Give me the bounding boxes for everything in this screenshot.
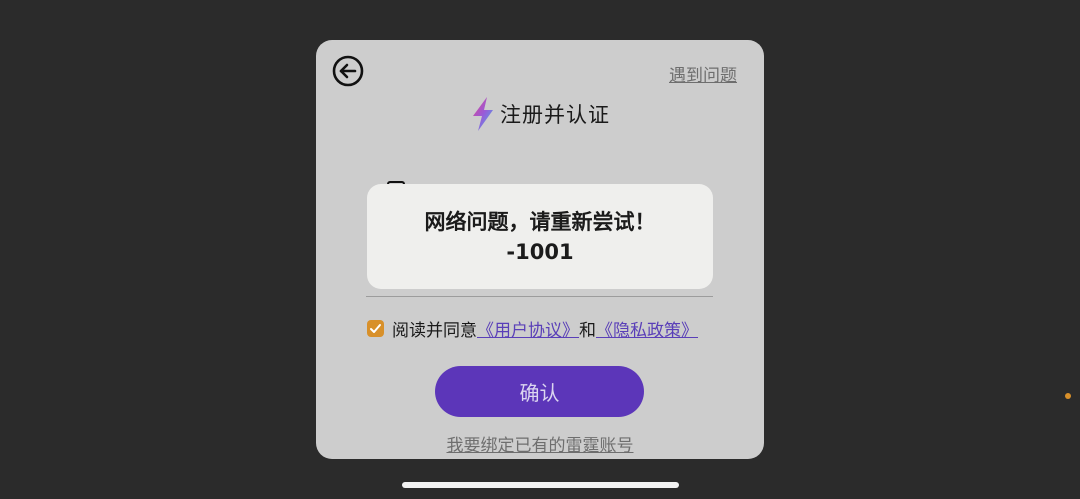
- back-arrow-icon[interactable]: [332, 55, 364, 87]
- dialog-header: 注册并认证: [316, 96, 764, 132]
- user-agreement-link[interactable]: 《用户协议》: [477, 316, 579, 341]
- home-indicator[interactable]: [402, 482, 679, 488]
- agreement-prefix: 阅读并同意: [392, 321, 477, 341]
- dialog-title: 注册并认证: [500, 103, 610, 127]
- input-underline: [366, 296, 713, 297]
- toast-message: 网络问题，请重新尝试！: [424, 209, 656, 234]
- confirm-button[interactable]: 确认: [435, 366, 644, 417]
- screen: 遇到问题 注册并认证 阅读并同意 《用户协议》 和 《隐私政策》 确认 我要绑定…: [0, 0, 1080, 499]
- privacy-policy-link[interactable]: 《隐私政策》: [596, 316, 698, 341]
- agreement-row: 阅读并同意 《用户协议》 和 《隐私政策》: [367, 316, 698, 341]
- status-dot: [1065, 393, 1071, 399]
- help-link[interactable]: 遇到问题: [669, 61, 737, 86]
- toast-error-code: -1001: [506, 239, 574, 264]
- bind-account-row: 我要绑定已有的雷霆账号: [316, 431, 764, 456]
- error-toast: 网络问题，请重新尝试！ -1001: [367, 184, 713, 289]
- agreement-conjunction: 和: [579, 321, 596, 341]
- checkmark-icon: [370, 324, 381, 333]
- lightning-bolt-logo-icon: [473, 97, 493, 131]
- agreement-checkbox[interactable]: [367, 320, 384, 337]
- bind-existing-account-link[interactable]: 我要绑定已有的雷霆账号: [447, 436, 634, 456]
